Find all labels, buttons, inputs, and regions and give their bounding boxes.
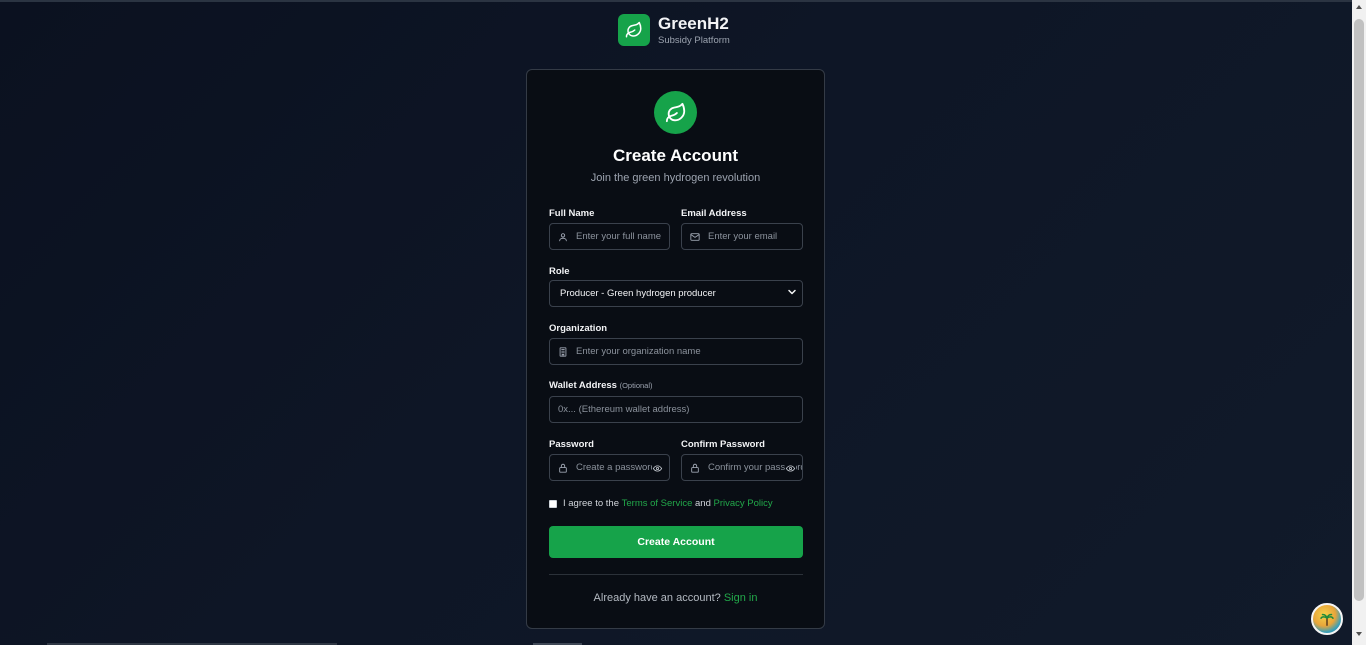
leaf-icon: [654, 91, 697, 134]
wallet-field[interactable]: 0x... (Ethereum wallet address): [549, 396, 803, 423]
signin-prompt: Already have an account?: [593, 592, 721, 604]
brand-header[interactable]: GreenH2 Subsidy Platform: [618, 14, 730, 46]
scroll-down-arrow-icon[interactable]: [1356, 632, 1362, 636]
chevron-down-icon: [786, 285, 798, 303]
signin-row: Already have an account? Sign in: [527, 592, 824, 604]
mail-icon: [690, 232, 700, 242]
full-name-field[interactable]: Enter your full name: [549, 223, 670, 250]
terms-checkbox[interactable]: [549, 499, 557, 508]
organization-label: Organization: [549, 323, 608, 334]
wallet-label: Wallet Address (Optional): [549, 380, 653, 391]
scroll-up-arrow-icon[interactable]: [1356, 5, 1362, 9]
user-icon: [558, 232, 568, 242]
leaf-icon: [618, 14, 650, 46]
email-label: Email Address: [681, 208, 747, 219]
password-field[interactable]: Create a password: [549, 454, 670, 481]
signin-link[interactable]: Sign in: [724, 592, 758, 604]
full-name-label: Full Name: [549, 208, 595, 219]
scrollbar-thumb[interactable]: [1354, 19, 1364, 601]
role-label: Role: [549, 266, 570, 277]
vertical-scrollbar[interactable]: [1352, 0, 1366, 645]
brand-name: GreenH2: [658, 13, 729, 33]
lock-icon: [690, 463, 700, 473]
wallet-input[interactable]: 0x... (Ethereum wallet address): [558, 404, 802, 415]
terms-link[interactable]: Terms of Service: [622, 498, 693, 509]
wallet-optional-note: (Optional): [619, 381, 653, 390]
divider: [549, 574, 803, 575]
eye-icon[interactable]: [652, 463, 663, 473]
page-title: Create Account: [612, 146, 738, 165]
building-icon: [558, 346, 568, 357]
organization-input[interactable]: Enter your organization name: [576, 346, 802, 357]
brand-subtitle: Subsidy Platform: [658, 34, 730, 46]
password-label: Password: [549, 439, 594, 450]
role-select[interactable]: Producer - Green hydrogen producer: [549, 280, 803, 307]
wallet-label-text: Wallet Address: [549, 380, 617, 391]
agree-prefix: I agree to the: [563, 498, 619, 509]
role-selected-value: Producer - Green hydrogen producer: [560, 288, 716, 299]
lock-icon: [558, 463, 568, 473]
page-subtitle: Join the green hydrogen revolution: [590, 172, 761, 184]
signup-card: Create Account Join the green hydrogen r…: [526, 69, 825, 629]
confirm-password-label: Confirm Password: [681, 439, 765, 450]
agree-and: and: [695, 498, 711, 509]
full-name-input[interactable]: Enter your full name: [576, 231, 669, 242]
email-field[interactable]: Enter your email: [681, 223, 803, 250]
top-border: [0, 0, 1352, 2]
create-account-button[interactable]: Create Account: [549, 526, 803, 558]
organization-field[interactable]: Enter your organization name: [549, 338, 803, 365]
email-input[interactable]: Enter your email: [708, 231, 802, 242]
terms-agreement: I agree to the Terms of Service and Priv…: [549, 498, 773, 509]
eye-icon[interactable]: [785, 463, 796, 473]
confirm-password-field[interactable]: Confirm your password: [681, 454, 803, 481]
assistant-avatar-icon[interactable]: [1311, 603, 1343, 635]
privacy-link[interactable]: Privacy Policy: [714, 498, 773, 509]
